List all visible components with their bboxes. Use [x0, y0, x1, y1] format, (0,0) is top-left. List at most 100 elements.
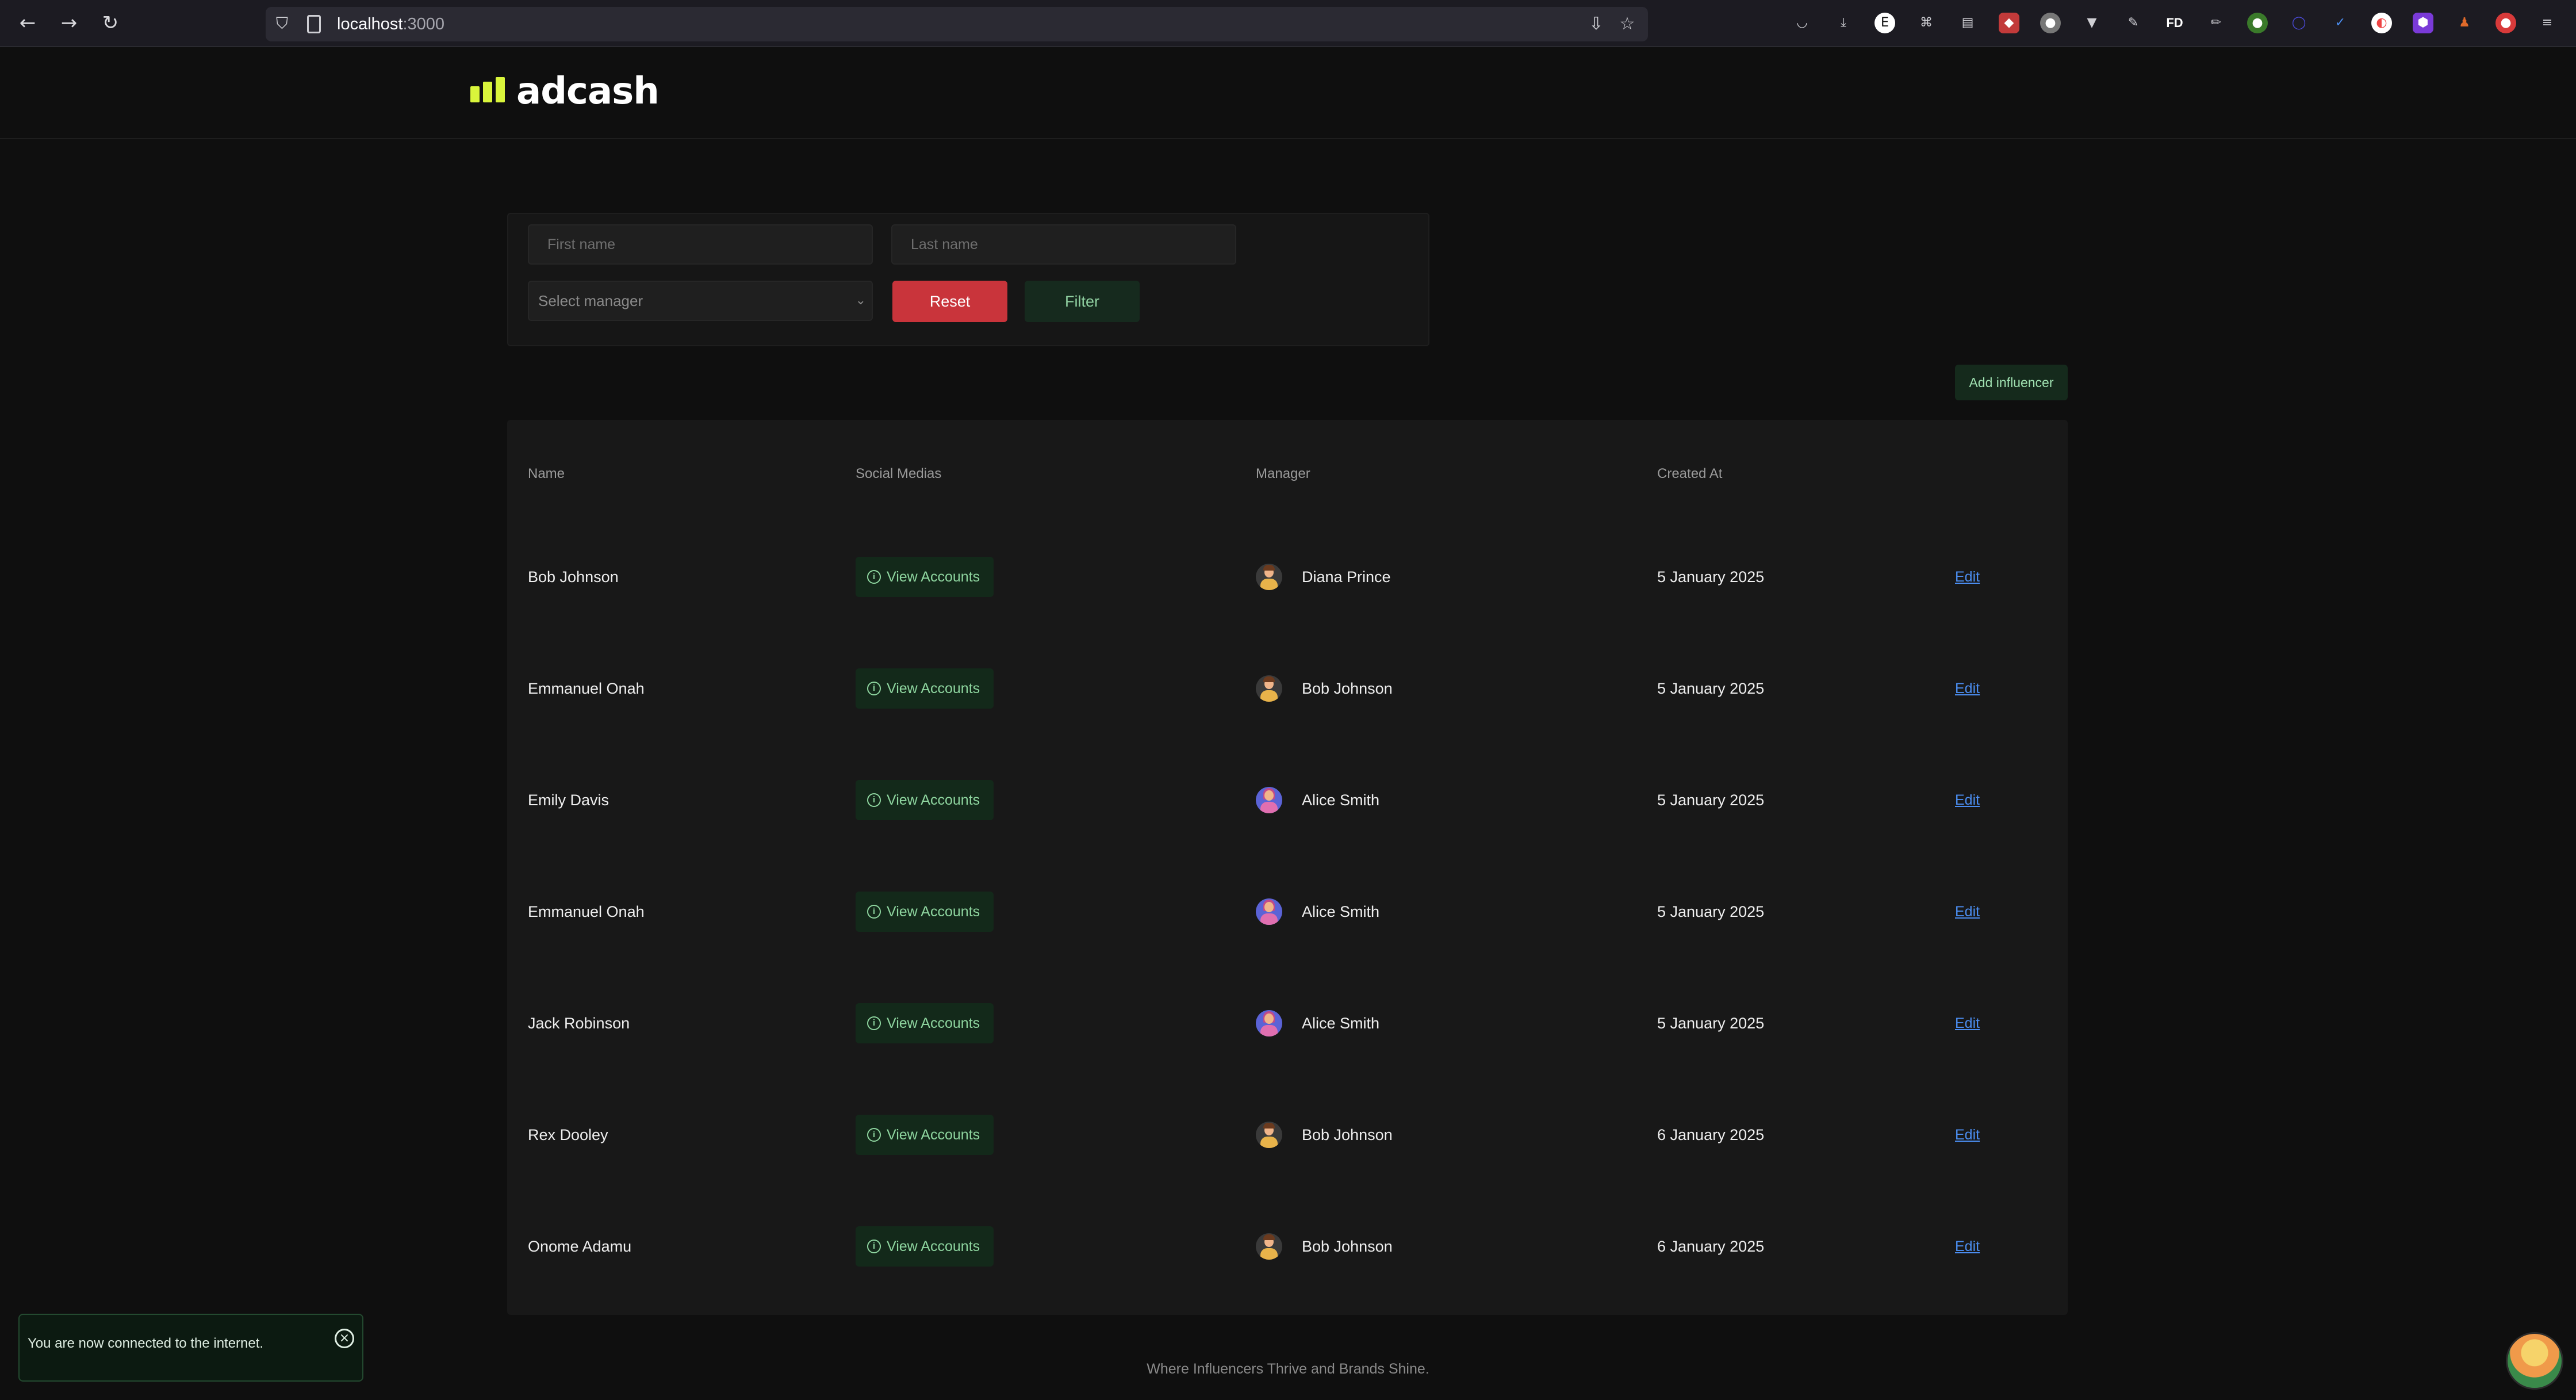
extension-ring-icon[interactable]: ◯	[2288, 13, 2309, 33]
view-accounts-label: View Accounts	[887, 792, 980, 808]
extension-pencil-icon[interactable]: ✏	[2206, 13, 2226, 33]
toast-message: You are now connected to the internet.	[28, 1336, 264, 1351]
influencer-name: Emmanuel Onah	[528, 680, 645, 697]
puzzle-icon[interactable]: ⌘	[1916, 13, 1937, 33]
view-accounts-label: View Accounts	[887, 1238, 980, 1254]
edit-link[interactable]: Edit	[1955, 967, 1980, 1079]
influencer-name: Jack Robinson	[528, 1015, 630, 1032]
view-accounts-button[interactable]: i View Accounts	[856, 1226, 994, 1267]
shield-icon[interactable]: ⛉	[276, 14, 293, 33]
view-accounts-button[interactable]: i View Accounts	[856, 1115, 994, 1155]
created-at: 6 January 2025	[1657, 1126, 1765, 1143]
info-icon: i	[867, 570, 881, 584]
avatar-woman-icon	[1256, 898, 1282, 925]
view-accounts-label: View Accounts	[887, 1127, 980, 1143]
edit-link[interactable]: Edit	[1955, 1079, 1980, 1191]
app-header: adcash	[0, 48, 2576, 139]
view-accounts-button[interactable]: i View Accounts	[856, 1003, 994, 1043]
manager-name: Bob Johnson	[1302, 680, 1393, 697]
page-icon	[307, 15, 321, 33]
connection-toast: You are now connected to the internet. ×	[18, 1314, 363, 1382]
influencer-name: Emily Davis	[528, 791, 610, 809]
extension-check-icon[interactable]: ✓	[2330, 13, 2351, 33]
extension-red-icon[interactable]: ◆	[1999, 13, 2019, 33]
column-header-manager: Manager	[1256, 466, 1310, 481]
created-at: 5 January 2025	[1657, 791, 1765, 809]
influencer-name: Rex Dooley	[528, 1126, 608, 1143]
info-icon: i	[867, 1016, 881, 1030]
extension-monkey-icon[interactable]: ●	[2040, 13, 2061, 33]
url-text[interactable]: localhost:3000	[337, 15, 444, 34]
filter-panel: First name Last name Select manager ⌄ Re…	[507, 213, 1429, 346]
close-icon[interactable]: ×	[335, 1329, 354, 1348]
manager-name: Alice Smith	[1302, 1015, 1380, 1032]
forward-arrow-icon[interactable]: →	[57, 12, 80, 35]
manager-name: Bob Johnson	[1302, 1126, 1393, 1143]
table-row: Rex Dooley i View Accounts Bob Johnson 6 …	[507, 1079, 2068, 1191]
extension-figure-icon[interactable]: ♟	[2454, 13, 2475, 33]
pocket-icon[interactable]: ◡	[1792, 13, 1812, 33]
created-at: 5 January 2025	[1657, 903, 1765, 920]
logo-bar-icon	[496, 77, 505, 102]
install-app-icon[interactable]: ⇩	[1586, 14, 1607, 35]
extension-e-icon[interactable]: E	[1874, 13, 1895, 33]
edit-link[interactable]: Edit	[1955, 633, 1980, 744]
info-icon: i	[867, 682, 881, 695]
add-influencer-button[interactable]: Add influencer	[1955, 365, 2068, 400]
view-accounts-label: View Accounts	[887, 1015, 980, 1031]
edit-link[interactable]: Edit	[1955, 744, 1980, 856]
logo-bar-icon	[483, 82, 492, 102]
info-icon: i	[867, 793, 881, 807]
avatar-man-icon	[1256, 1233, 1282, 1260]
influencers-table: Name Social Medias Manager Created At Bo…	[507, 420, 2068, 1315]
manager-name: Diana Prince	[1302, 568, 1391, 586]
avatar-man-icon	[1256, 1122, 1282, 1148]
chevron-down-icon: ⌄	[855, 293, 866, 308]
influencer-name: Bob Johnson	[528, 568, 619, 586]
last-name-input[interactable]: Last name	[891, 224, 1236, 265]
view-accounts-button[interactable]: i View Accounts	[856, 668, 994, 709]
column-header-social-medias: Social Medias	[856, 466, 942, 481]
manager-select[interactable]: Select manager ⌄	[528, 281, 873, 321]
avatar-man-icon	[1256, 675, 1282, 702]
view-accounts-label: View Accounts	[887, 569, 980, 585]
back-arrow-icon[interactable]: ←	[16, 12, 39, 35]
avatar-woman-icon	[1256, 787, 1282, 813]
address-bar[interactable]: ⛉ localhost:3000 ⇩ ☆	[266, 7, 1648, 41]
table-row: Bob Johnson i View Accounts Diana Prince …	[507, 521, 2068, 633]
floating-widget-button[interactable]	[2506, 1332, 2563, 1390]
menu-icon[interactable]: ≡	[2537, 13, 2558, 33]
first-name-input[interactable]: First name	[528, 224, 873, 265]
view-accounts-label: View Accounts	[887, 680, 980, 697]
extension-pen-icon[interactable]: ✎	[2123, 13, 2144, 33]
table-row: Emmanuel Onah i View Accounts Bob Johnson…	[507, 633, 2068, 744]
reload-icon[interactable]: ↻	[99, 12, 122, 35]
influencer-name: Onome Adamu	[528, 1238, 632, 1255]
table-row: Jack Robinson i View Accounts Alice Smith…	[507, 967, 2068, 1079]
table-row: Onome Adamu i View Accounts Bob Johnson 6…	[507, 1191, 2068, 1302]
created-at: 6 January 2025	[1657, 1238, 1765, 1255]
view-accounts-button[interactable]: i View Accounts	[856, 892, 994, 932]
edit-link[interactable]: Edit	[1955, 856, 1980, 967]
influencer-name: Emmanuel Onah	[528, 903, 645, 920]
extension-fd-icon[interactable]: FD	[2164, 13, 2185, 33]
table-row: Emily Davis i View Accounts Alice Smith 5…	[507, 744, 2068, 856]
view-accounts-label: View Accounts	[887, 904, 980, 920]
view-accounts-button[interactable]: i View Accounts	[856, 780, 994, 820]
edit-link[interactable]: Edit	[1955, 1191, 1980, 1302]
manager-name: Bob Johnson	[1302, 1238, 1393, 1255]
reset-button[interactable]: Reset	[892, 281, 1007, 322]
extension-badge-icon[interactable]: ●	[2496, 13, 2516, 33]
download-icon[interactable]: ⤓	[1833, 13, 1854, 33]
filter-button[interactable]: Filter	[1025, 281, 1140, 322]
avatar-man-icon	[1256, 564, 1282, 590]
extension-green-icon[interactable]: ●	[2247, 13, 2268, 33]
edit-link[interactable]: Edit	[1955, 521, 1980, 633]
clipboard-icon[interactable]: ▤	[1957, 13, 1978, 33]
created-at: 5 January 2025	[1657, 1015, 1765, 1032]
view-accounts-button[interactable]: i View Accounts	[856, 557, 994, 597]
extension-hex-icon[interactable]: ⬢	[2413, 13, 2433, 33]
extension-v-icon[interactable]: ▼	[2082, 13, 2102, 33]
star-bookmark-icon[interactable]: ☆	[1617, 14, 1638, 35]
extension-color-icon[interactable]: ◐	[2371, 13, 2392, 33]
